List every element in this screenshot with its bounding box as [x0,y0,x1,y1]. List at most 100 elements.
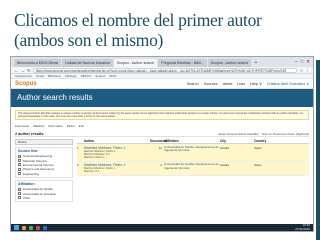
page-title: Author search results [11,89,313,107]
star-icon[interactable]: ☆ [299,67,303,74]
checkbox[interactable] [18,163,21,167]
author-cell: Martínez Martínez, Pedro J. Martinez Mar… [84,163,150,173]
query-value: Martinez [33,124,45,128]
table-row: 2 Martínez Martínez, Pedro J. Martinez M… [77,161,309,177]
powerpoint-icon[interactable] [36,225,40,230]
header-city[interactable]: City [220,139,254,143]
affiliation-link[interactable]: Universidad de Sevilla, Departamento de … [164,145,220,153]
facet-source-title: Source title Chemical Engineering Materi… [15,147,73,178]
nav-help[interactable]: Help ∨ [250,81,262,86]
checkbox[interactable] [18,172,21,176]
nav-user[interactable]: Cristina Abril González ∨ [267,81,309,86]
bookmark-item[interactable]: Gmail [36,74,44,78]
author-results-table: Author Documents Affiliation City Countr… [77,139,309,204]
refine-button[interactable]: Refine [15,139,73,145]
facet-item-label: Engineering [23,171,40,176]
browser-tab-active[interactable]: Scopus - Author search [113,59,158,67]
query-summary: Last name Martinez First name Pedro Edit [15,123,309,129]
nav-sources[interactable]: Sources [204,82,218,86]
address-bar: ← → ↻ https://www.scopus.com/results/aut… [11,67,313,74]
browser-tab-bar: Bienvenido a EBSCOhost Unidad de Nuevos … [11,57,313,67]
word-icon[interactable] [43,225,47,230]
facet-item-label: Universidad de Granada [23,191,56,196]
refine-sidebar: Refine Source title Chemical Engineering… [15,139,73,204]
sort-select[interactable]: Sort on: Document count (high-low) [262,132,309,136]
refine-label: Refine [18,140,27,144]
bookmark-item[interactable]: Biblioteca [48,74,61,78]
city-cell: Sevilla [220,163,229,168]
checkbox[interactable] [18,159,21,163]
query-label: Last name [15,124,30,128]
browser-tab[interactable]: Scopus - Author search [207,59,251,67]
results-actions: About Scopus Author Identifier Sort on: … [218,132,309,136]
row-number: 1 [77,145,79,150]
forward-icon[interactable]: → [21,67,26,74]
header-documents[interactable]: Documents [150,139,167,143]
scopus-header: Scopus Search Sources Alerts Lists Help … [11,79,313,89]
bookmark-item[interactable]: Aplicaciones [15,74,32,78]
bookmark-item[interactable]: Scopus [95,74,105,78]
author-id-notice: The Scopus Author Identifier assigns a u… [15,110,309,120]
query-first-value: Pedro [66,124,75,128]
close-icon[interactable]: ✕ [306,59,310,65]
clock-date: 27/11/2016 [295,226,310,231]
facet-item-label: Chemical Engineering [23,154,53,159]
name-variant: Martinez, Pedro J. [84,155,106,159]
header-author[interactable]: Author [84,139,150,143]
scopus-logo[interactable]: Scopus [15,81,37,87]
results-bar: 2 author results About Scopus Author Ide… [15,131,309,137]
slide-accent-stripe [316,60,320,240]
nav-lists[interactable]: Lists [237,82,245,86]
affiliation-cell: Universidad de Sevilla, Departamento de … [164,162,220,173]
checkbox[interactable] [18,187,21,191]
window-controls: – □ ✕ [295,59,313,65]
checkbox[interactable] [18,196,21,200]
country-cell: Spain [254,163,262,168]
chrome-icon[interactable] [29,225,33,230]
facet-item-label: Physics and Astronomy [23,167,55,172]
checkbox[interactable] [18,154,21,158]
results-body: Refine Source title Chemical Engineering… [15,139,309,204]
nav-search[interactable]: Search [187,82,199,86]
header-country[interactable]: Country [254,139,266,143]
back-icon[interactable]: ← [14,67,19,74]
menu-icon[interactable]: ⋮ [306,67,311,74]
facet-item[interactable]: Engineering [18,172,70,176]
os-taskbar: 16:40 27/11/2016 [11,224,313,231]
checkbox[interactable] [18,167,21,171]
browser-screenshot: Bienvenido a EBSCOhost Unidad de Nuevos … [10,56,314,232]
city-cell: Sevilla [220,145,229,150]
name-variant: Martínez, P.J. [84,170,100,174]
url-field[interactable]: https://www.scopus.com/results/authorNam… [32,67,298,73]
bookmark-item[interactable]: EBSCO [81,74,92,78]
facet-item-label: CSIC [23,195,31,200]
affiliation-link[interactable]: Universidad de Sevilla, Departamento de … [164,162,220,170]
facet-affiliation: Affiliation Universidad de Sevilla Unive… [15,179,73,203]
document-count[interactable]: 12 [150,146,164,160]
row-number: 2 [77,163,79,168]
facet-item-label: Universidad de Sevilla [23,187,53,192]
results-count: 2 author results [15,131,44,136]
table-row: 1 Martínez Martínez, Pedro J. Martinez-M… [77,144,309,162]
query-first-label: First name [48,124,63,128]
minimize-icon[interactable]: – [295,59,298,65]
bookmark-item[interactable]: WOS [109,74,116,78]
slide-title: Clicamos el nombre del primer autor (amb… [14,10,262,50]
country-cell: Spain [254,145,262,150]
checkbox[interactable] [18,192,21,196]
maximize-icon[interactable]: □ [301,59,304,65]
header-affiliation[interactable]: Affiliation [164,139,220,143]
nav-alerts[interactable]: Alerts [223,82,233,86]
document-count[interactable]: 4 [150,163,164,173]
bookmark-item[interactable]: Catálogo [65,74,77,78]
facet-item[interactable]: CSIC [18,196,70,200]
explorer-icon[interactable] [22,225,26,230]
about-author-id-link[interactable]: About Scopus Author Identifier [218,132,259,136]
edit-query-link[interactable]: Edit [79,124,84,128]
reload-icon[interactable]: ↻ [27,67,31,74]
browser-tab[interactable]: Pregunta Estrellas - Bibli... [158,59,207,67]
new-tab-icon[interactable]: + [252,60,260,67]
start-icon[interactable] [14,225,19,230]
notice-text: The Scopus Author Identifier assigns a u… [18,112,304,119]
browser-tab[interactable]: Unidad de Nuevos Usuarios [62,59,113,67]
